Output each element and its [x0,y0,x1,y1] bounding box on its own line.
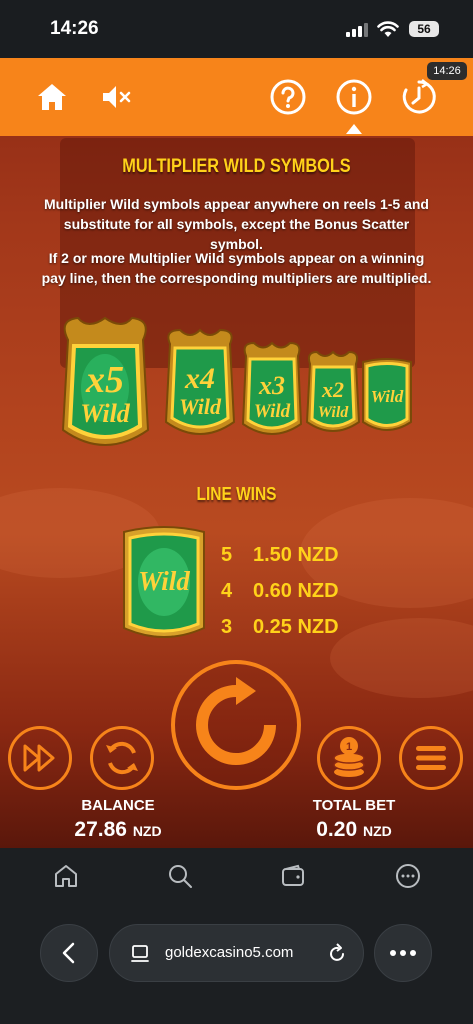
multiplier-description: Multiplier Wild symbols appear anywhere … [44,196,429,252]
sound-button[interactable] [96,77,136,117]
wild-x5-symbol: x5 Wild [61,316,150,446]
wild-x3-word: Wild [254,401,291,422]
chevron-left-icon [62,942,75,964]
wild-x3-mult: x3 [258,371,285,400]
wild-x4-symbol: x4 Wild [164,328,236,435]
url-text: goldexcasino5.com [165,944,294,961]
wifi-icon [377,21,399,37]
pay-count: 4 [221,580,233,602]
spin-button[interactable] [171,660,301,790]
wild-x3-symbol: x3 Wild [241,341,303,435]
wild-x2-mult: x2 [321,377,344,402]
balance-value: 27.86 [74,818,127,841]
info-icon [336,79,372,115]
wild-x2-symbol: x2 Wild [305,350,361,432]
browser-wallet-icon[interactable] [280,863,306,889]
total-bet-label: TOTAL BET [312,797,396,814]
total-bet-value: 0.20 [316,818,358,841]
browser-back-button[interactable] [40,924,98,982]
history-icon [402,79,436,114]
wild-x4-mult: x4 [184,362,215,395]
line-wins-title: LINE WINS [196,484,277,504]
wild-small-word: Wild [371,387,404,406]
browser-address-area: goldexcasino5.com [0,904,473,1024]
total-bet-amount: 0.20 NZD [294,818,414,842]
wild-symbol-small: Wild [362,358,412,431]
autoplay-button[interactable] [90,726,154,790]
turbo-button[interactable] [8,726,72,790]
page-settings-icon[interactable] [130,944,150,964]
browser-search-icon[interactable] [167,863,193,889]
status-time: 14:26 [50,18,99,39]
home-button[interactable] [32,77,72,117]
pay-value: 0.60 NZD [253,580,339,602]
browser-menu-button[interactable] [374,924,432,982]
help-button[interactable] [268,77,308,117]
menu-icon [416,746,446,770]
pay-value: 1.50 NZD [253,544,339,566]
autoplay-icon [106,741,138,775]
bet-button[interactable]: 1 [317,726,381,790]
balance-amount: 27.86 NZD [58,818,178,842]
turbo-icon [23,744,55,772]
line-wins-wild-word: Wild [138,566,190,596]
history-button[interactable] [399,77,439,117]
ellipsis-icon [390,950,416,956]
browser-home-icon[interactable] [53,863,79,889]
wild-x5-mult: x5 [85,359,124,401]
home-icon [38,84,66,110]
time-badge: 14:26 [427,62,467,80]
multiplier-rule: If 2 or more Multiplier Wild symbols app… [41,250,432,286]
browser-more-circle-icon[interactable] [395,863,421,889]
wild-x5-word: Wild [80,399,131,428]
balance-label: BALANCE [81,797,155,814]
active-tab-pointer [346,124,362,134]
wild-x4-word: Wild [179,394,222,419]
battery-indicator: 56 [409,21,439,37]
game-area: 14:26 MULTIPLIER WILD SYMBOLS Multiplier… [0,58,473,848]
spin-icon [196,677,276,765]
pay-value: 0.25 NZD [253,616,339,638]
info-button[interactable] [334,77,374,117]
pay-count: 3 [221,616,233,638]
total-bet-currency: NZD [362,823,392,839]
bet-coins-icon: 1 [333,737,365,777]
balance-currency: NZD [132,823,162,839]
menu-button[interactable] [399,726,463,790]
line-wins-wild-symbol: Wild [123,526,205,638]
reload-icon[interactable] [326,943,348,965]
mute-icon [103,86,131,108]
game-top-bar: 14:26 [0,58,473,136]
help-icon [270,79,306,115]
status-bar: 14:26 56 [0,0,473,58]
browser-toolbar [0,848,473,904]
signal-icon [346,23,368,37]
pay-count: 5 [221,544,233,566]
address-bar[interactable]: goldexcasino5.com [109,924,364,982]
svg-text:1: 1 [346,741,352,753]
multiplier-title: MULTIPLIER WILD SYMBOLS [122,156,351,177]
wild-x2-word: Wild [318,404,350,421]
